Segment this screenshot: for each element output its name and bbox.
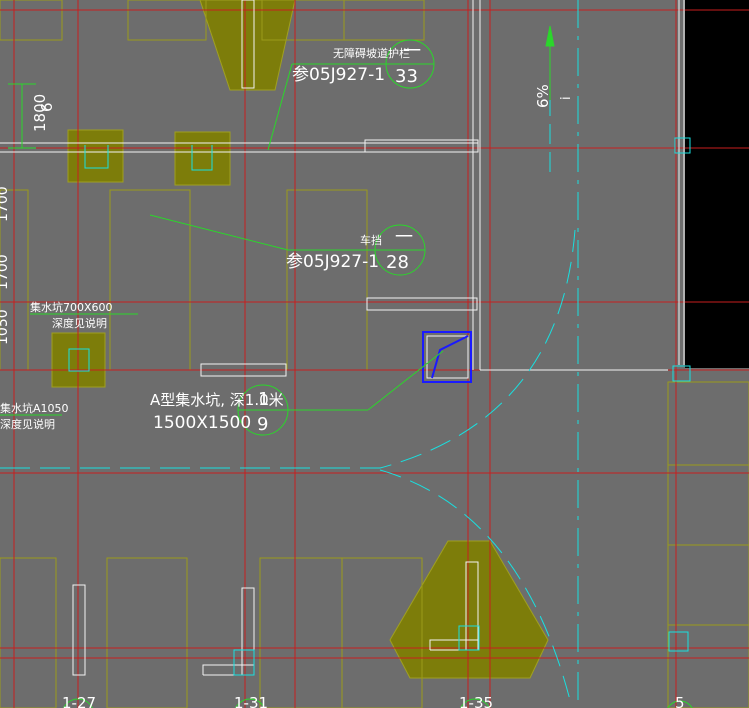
column-2 (174, 131, 231, 186)
pit-label-2b: 深度见说明 (0, 417, 55, 431)
column-1 (67, 129, 124, 183)
sump-num: 9 (257, 414, 268, 435)
pit-label-1: 集水坑700X600 (30, 300, 113, 314)
guardrail-ref: 参05J927-1 (292, 65, 385, 85)
axis-grid (0, 0, 749, 708)
parking-bays (0, 0, 749, 708)
slope-arrow-text: i (559, 96, 574, 100)
olive-fills (51, 0, 549, 679)
wheel-stop-label: 车挡 (360, 233, 382, 247)
left-dim-low: 1050 (0, 309, 11, 345)
axis-bubbles (63, 698, 693, 708)
axis-label-1-35: 1-35 (459, 694, 493, 708)
axis-label-1-31: 1-31 (234, 694, 268, 708)
left-dim-top: 1700 (0, 186, 11, 222)
wheel-stop-ref: 参05J927-1 (286, 252, 379, 272)
pit-label-1b: 深度见说明 (52, 316, 107, 330)
wheel-stop-num: 28 (386, 252, 409, 273)
void-region (685, 0, 749, 368)
sump-top: 1 (258, 389, 269, 410)
axis-label-5: 5 (675, 694, 685, 708)
wheel-stop-top: 一 (395, 227, 413, 248)
guardrail-top: 一 (403, 41, 421, 62)
left-dim-mid: 1700 (0, 254, 11, 290)
dim-6: 6 (38, 102, 56, 112)
sump-pit (422, 331, 472, 383)
ramp-top (199, 0, 296, 91)
floor-plan: 无障碍坡道护栏 参05J927-1 一 33 车挡 参05J927-1 一 28… (0, 0, 749, 708)
slope-text: 6% (534, 84, 552, 108)
axis-label-1-27: 1-27 (62, 694, 96, 708)
guardrail-num: 33 (395, 66, 418, 87)
pit-label-2: 集水坑A1050 (0, 401, 69, 415)
sump-size: 1500X1500 (153, 413, 251, 433)
cad-drawing-canvas[interactable]: 无障碍坡道护栏 参05J927-1 一 33 车挡 参05J927-1 一 28… (0, 0, 749, 708)
guardrail-label: 无障碍坡道护栏 (333, 46, 410, 60)
